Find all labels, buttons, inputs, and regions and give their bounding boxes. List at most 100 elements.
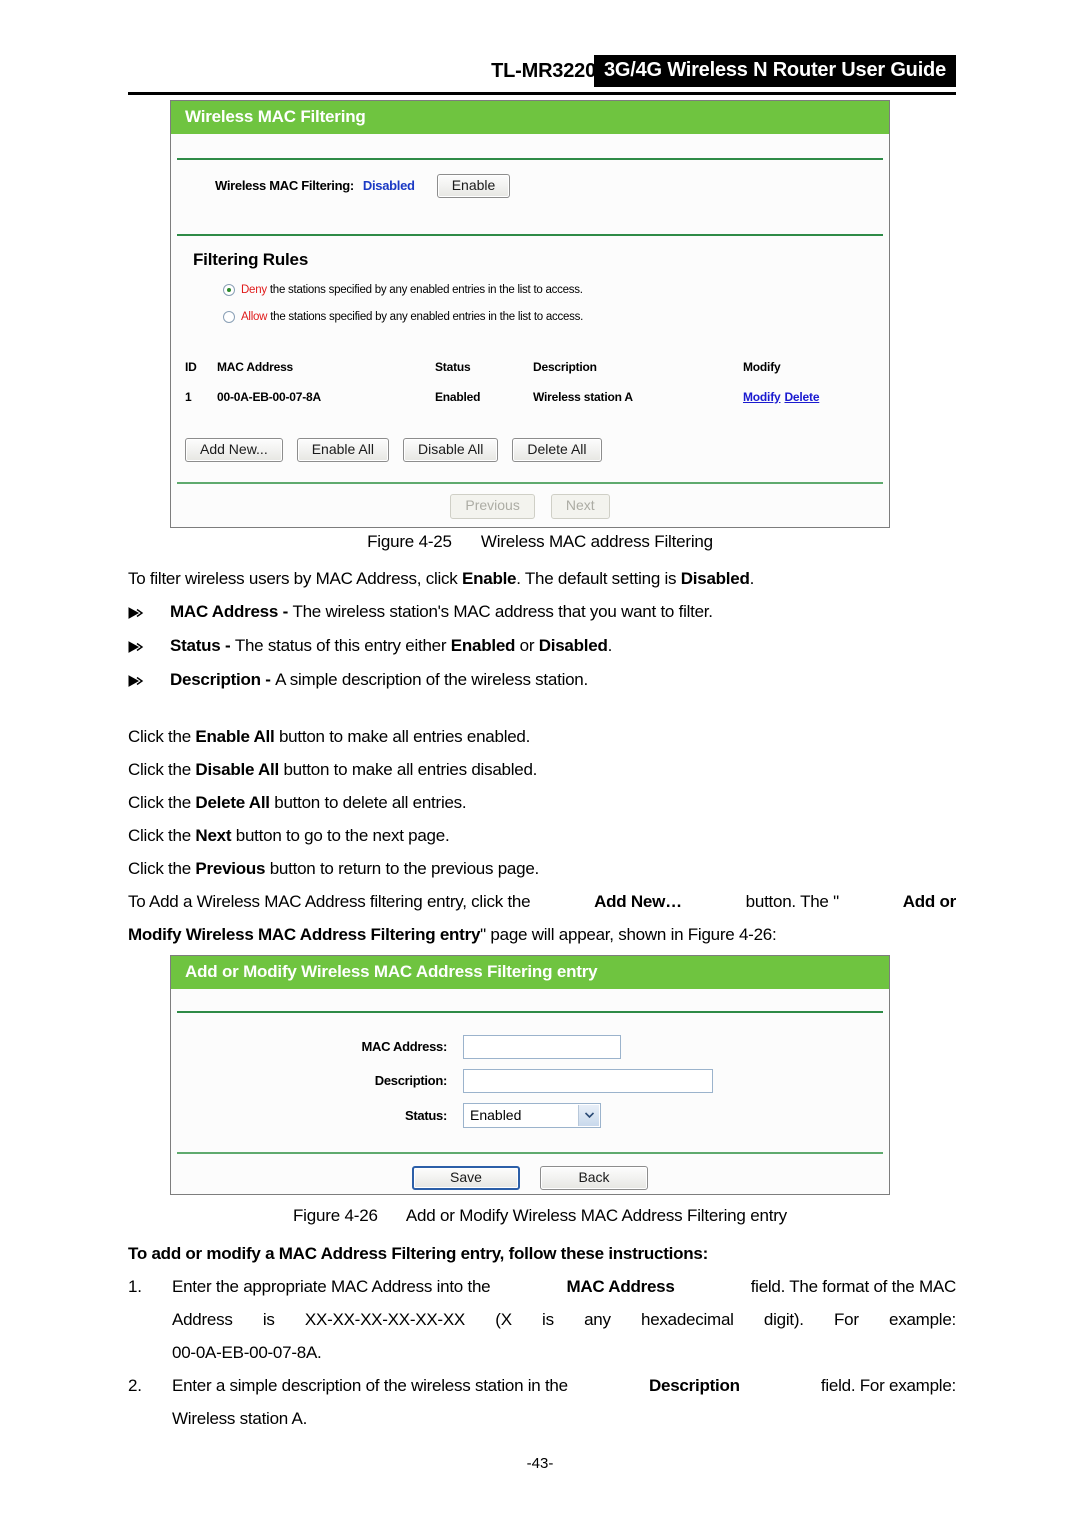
instruction-1-line1-part-c: field. The format of the MAC <box>750 1277 957 1296</box>
cell-description: Wireless station A <box>533 389 633 404</box>
wireless-mac-filtering-label: Wireless MAC Filtering: <box>215 178 354 194</box>
intro-part-1: To filter wireless users by MAC Address,… <box>128 569 463 588</box>
status-select-value: Enabled <box>470 1107 522 1124</box>
body-text-instructions: To add or modify a MAC Address Filtering… <box>128 1237 956 1435</box>
addnew-paragraph-line-2: Modify Wireless MAC Address Filtering en… <box>128 918 956 951</box>
bullet-status-body: Status - The status of this entry either… <box>170 629 612 662</box>
instruction-2-line1-part-a: Enter a simple description of the wirele… <box>172 1376 568 1395</box>
enable-all-button[interactable]: Enable All <box>296 437 389 463</box>
click-line-previous: Click the Previous button to return to t… <box>128 852 956 885</box>
click-next-bold: Next <box>195 826 232 845</box>
column-header-mac-address: MAC Address <box>217 359 294 374</box>
instruction-2-line1-bold: Description <box>648 1376 740 1395</box>
click-line-delete-all: Click the Delete All button to delete al… <box>128 786 956 819</box>
enable-button[interactable]: Enable <box>436 173 511 198</box>
click-disable-all-pre: Click the <box>128 760 196 779</box>
status-select[interactable]: Enabled <box>463 1102 601 1128</box>
figure-4-26-screenshot: Add or Modify Wireless MAC Address Filte… <box>170 955 890 1195</box>
header-model-name: TL-MR3220 <box>491 60 596 82</box>
click-previous-bold: Previous <box>195 859 266 878</box>
filtering-rule-deny-row[interactable]: Deny the stations specified by any enabl… <box>223 283 889 296</box>
bulk-action-button-row: Add New... Enable All Disable All Delete… <box>171 404 889 482</box>
radio-deny-icon[interactable] <box>223 283 235 296</box>
click-line-next: Click the Next button to go to the next … <box>128 819 956 852</box>
addnew-paragraph-line-1: To Add a Wireless MAC Address filtering … <box>128 885 956 918</box>
click-previous-post: button to return to the previous page. <box>265 859 540 878</box>
instruction-1-body: Enter the appropriate MAC Address into t… <box>172 1270 956 1369</box>
bullet-status-text-c: . <box>607 636 613 655</box>
filtering-rules-heading: Filtering Rules <box>193 249 309 269</box>
filtering-rule-allow-text: the stations specified by any enabled en… <box>270 310 584 323</box>
figure-4-25-caption-text: Wireless MAC address Filtering <box>480 532 713 551</box>
status-label: Status: <box>405 1107 447 1123</box>
chevron-down-icon[interactable] <box>578 1104 599 1126</box>
instruction-1-line-1: Enter the appropriate MAC Address into t… <box>172 1270 956 1303</box>
previous-button[interactable]: Previous <box>450 494 535 519</box>
wireless-mac-filtering-panel-title: Wireless MAC Filtering <box>171 101 889 134</box>
arrow-bullet-icon <box>128 596 170 629</box>
instruction-2-line-2: Wireless station A. <box>172 1409 308 1428</box>
click-next-pre: Click the <box>128 826 196 845</box>
filtering-rule-allow-keyword: Allow <box>241 310 268 323</box>
figure-4-26-caption-number: Figure 4-26 <box>293 1206 378 1225</box>
addnew-line1-bold-add-or: Add or <box>902 892 957 911</box>
bullet-status-bold-enabled: Enabled <box>450 636 516 655</box>
form-row-description: Description: <box>171 1068 889 1093</box>
instruction-2-line-1: Enter a simple description of the wirele… <box>172 1369 956 1402</box>
bullet-mac-address-body: MAC Address - The wireless station's MAC… <box>170 595 713 628</box>
bullet-description: Description - A simple description of th… <box>128 663 956 697</box>
bullet-status-text-b: or <box>515 636 539 655</box>
bullet-description-term: Description <box>170 670 261 689</box>
intro-part-2: . The default setting is <box>516 569 681 588</box>
column-header-status: Status <box>435 359 471 374</box>
next-button[interactable]: Next <box>550 494 610 519</box>
add-new-button[interactable]: Add New... <box>185 437 283 463</box>
header-divider-rule <box>128 92 956 95</box>
column-header-id: ID <box>185 359 197 374</box>
click-enable-all-bold: Enable All <box>195 727 275 746</box>
table-row: 1 00-0A-EB-00-07-8A Enabled Wireless sta… <box>185 390 885 404</box>
bullet-mac-address: MAC Address - The wireless station's MAC… <box>128 595 956 629</box>
mac-address-input[interactable] <box>463 1034 621 1059</box>
instruction-2-body: Enter a simple description of the wirele… <box>172 1369 956 1435</box>
bullet-description-text: A simple description of the wireless sta… <box>275 670 588 689</box>
save-button[interactable]: Save <box>412 1165 520 1190</box>
instructions-heading: To add or modify a MAC Address Filtering… <box>128 1244 709 1263</box>
delete-link[interactable]: Delete <box>784 390 819 404</box>
intro-paragraph: To filter wireless users by MAC Address,… <box>128 562 956 595</box>
filtering-rule-allow-row[interactable]: Allow the stations specified by any enab… <box>223 310 889 323</box>
bullet-mac-address-dash: - <box>278 602 293 621</box>
bullet-status-term: Status <box>170 636 221 655</box>
instruction-1-line-3: 00-0A-EB-00-07-8A. <box>172 1343 322 1362</box>
table-header-row: ID MAC Address Status Description Modify <box>185 360 885 390</box>
click-delete-all-post: button to delete all entries. <box>269 793 467 812</box>
pagination-button-row: Previous Next <box>171 484 889 530</box>
cell-status: Enabled <box>435 389 481 404</box>
intro-part-3: . <box>749 569 755 588</box>
radio-allow-icon[interactable] <box>223 310 235 323</box>
click-disable-all-post: button to make all entries disabled. <box>278 760 538 779</box>
arrow-bullet-icon <box>128 664 170 697</box>
modify-link[interactable]: Modify <box>743 390 781 404</box>
column-header-modify: Modify <box>743 359 781 374</box>
addnew-line1-part-a: To Add a Wireless MAC Address filtering … <box>128 892 531 911</box>
form-row-mac-address: MAC Address: <box>171 1034 889 1059</box>
panel-spacer-top <box>171 134 889 158</box>
panel-spacer-mid <box>171 212 889 234</box>
add-modify-panel-title: Add or Modify Wireless MAC Address Filte… <box>171 956 889 989</box>
delete-all-button[interactable]: Delete All <box>512 437 602 463</box>
click-previous-pre: Click the <box>128 859 196 878</box>
disable-all-button[interactable]: Disable All <box>402 437 499 463</box>
click-enable-all-pre: Click the <box>128 727 196 746</box>
addnew-line2-rest: " page will appear, shown in Figure 4-26… <box>480 925 777 944</box>
back-button[interactable]: Back <box>540 1165 648 1190</box>
figure-4-26-caption-text: Add or Modify Wireless MAC Address Filte… <box>405 1206 787 1225</box>
filtering-rule-deny-text: the stations specified by any enabled en… <box>269 283 583 296</box>
running-header: TL-MR3220 3G/4G Wireless N Router User G… <box>128 55 956 91</box>
description-input[interactable] <box>463 1068 713 1093</box>
addnew-line1-part-c: button. The " <box>745 892 839 911</box>
filtering-rules-section: Filtering Rules Deny the stations specif… <box>171 236 889 344</box>
add-modify-form: MAC Address: Description: Status: Enable… <box>171 1013 889 1152</box>
bullet-mac-address-text: The wireless station's MAC address that … <box>292 602 713 621</box>
bullet-status-bold-disabled: Disabled <box>538 636 608 655</box>
